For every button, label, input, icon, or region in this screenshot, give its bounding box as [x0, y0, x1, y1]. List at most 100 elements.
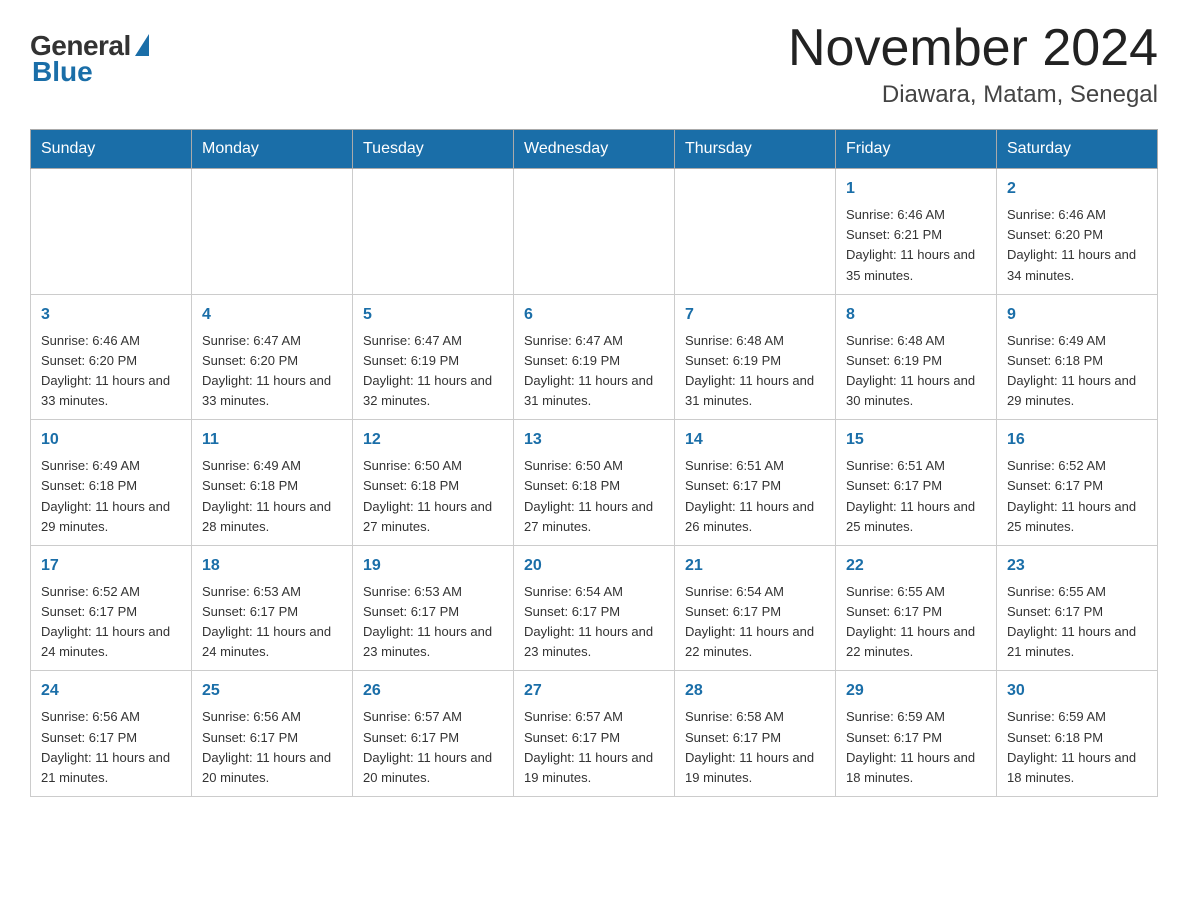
header-friday: Friday — [836, 130, 997, 169]
day-info: Sunrise: 6:49 AM Sunset: 6:18 PM Dayligh… — [1007, 331, 1147, 412]
table-row: 14 Sunrise: 6:51 AM Sunset: 6:17 PM Dayli… — [675, 420, 836, 546]
day-number: 5 — [363, 303, 503, 327]
table-row: 29 Sunrise: 6:59 AM Sunset: 6:17 PM Dayli… — [836, 671, 997, 797]
day-number: 1 — [846, 177, 986, 201]
day-number: 16 — [1007, 428, 1147, 452]
day-info: Sunrise: 6:46 AM Sunset: 6:20 PM Dayligh… — [1007, 205, 1147, 286]
day-info: Sunrise: 6:49 AM Sunset: 6:18 PM Dayligh… — [41, 456, 181, 537]
day-number: 20 — [524, 554, 664, 578]
day-info: Sunrise: 6:54 AM Sunset: 6:17 PM Dayligh… — [524, 582, 664, 663]
table-row: 22Sunrise: 6:55 AM Sunset: 6:17 PM Dayli… — [836, 545, 997, 671]
day-number: 14 — [685, 428, 825, 452]
header-wednesday: Wednesday — [514, 130, 675, 169]
logo-triangle-icon — [135, 34, 149, 56]
table-row: 17 Sunrise: 6:52 AM Sunset: 6:17 PM Dayli… — [31, 545, 192, 671]
day-info: Sunrise: 6:50 AM Sunset: 6:18 PM Dayligh… — [524, 456, 664, 537]
header-monday: Monday — [192, 130, 353, 169]
day-info: Sunrise: 6:57 AM Sunset: 6:17 PM Dayligh… — [363, 707, 503, 788]
table-row: 13Sunrise: 6:50 AM Sunset: 6:18 PM Dayli… — [514, 420, 675, 546]
table-row: 7Sunrise: 6:48 AM Sunset: 6:19 PM Daylig… — [675, 294, 836, 420]
day-number: 17 — [41, 554, 181, 578]
weekday-header-row: Sunday Monday Tuesday Wednesday Thursday… — [31, 130, 1158, 169]
day-info: Sunrise: 6:57 AM Sunset: 6:17 PM Dayligh… — [524, 707, 664, 788]
table-row: 16 Sunrise: 6:52 AM Sunset: 6:17 PM Dayli… — [997, 420, 1158, 546]
day-number: 10 — [41, 428, 181, 452]
day-info: Sunrise: 6:47 AM Sunset: 6:19 PM Dayligh… — [524, 331, 664, 412]
day-number: 9 — [1007, 303, 1147, 327]
day-info: Sunrise: 6:52 AM Sunset: 6:17 PM Dayligh… — [41, 582, 181, 663]
day-info: Sunrise: 6:54 AM Sunset: 6:17 PM Dayligh… — [685, 582, 825, 663]
day-number: 27 — [524, 679, 664, 703]
day-number: 7 — [685, 303, 825, 327]
day-info: Sunrise: 6:46 AM Sunset: 6:20 PM Dayligh… — [41, 331, 181, 412]
header-sunday: Sunday — [31, 130, 192, 169]
day-number: 8 — [846, 303, 986, 327]
day-info: Sunrise: 6:51 AM Sunset: 6:17 PM Dayligh… — [685, 456, 825, 537]
table-row: 10 Sunrise: 6:49 AM Sunset: 6:18 PM Dayli… — [31, 420, 192, 546]
day-number: 11 — [202, 428, 342, 452]
header-thursday: Thursday — [675, 130, 836, 169]
table-row — [514, 169, 675, 295]
day-number: 15 — [846, 428, 986, 452]
table-row: 27 Sunrise: 6:57 AM Sunset: 6:17 PM Dayli… — [514, 671, 675, 797]
table-row: 21 Sunrise: 6:54 AM Sunset: 6:17 PM Dayli… — [675, 545, 836, 671]
table-row: 1 Sunrise: 6:46 AM Sunset: 6:21 PM Daylig… — [836, 169, 997, 295]
week-row-4: 17 Sunrise: 6:52 AM Sunset: 6:17 PM Dayli… — [31, 545, 1158, 671]
day-info: Sunrise: 6:53 AM Sunset: 6:17 PM Dayligh… — [363, 582, 503, 663]
day-number: 4 — [202, 303, 342, 327]
day-number: 30 — [1007, 679, 1147, 703]
day-info: Sunrise: 6:50 AM Sunset: 6:18 PM Dayligh… — [363, 456, 503, 537]
table-row: 20 Sunrise: 6:54 AM Sunset: 6:17 PM Dayli… — [514, 545, 675, 671]
day-info: Sunrise: 6:55 AM Sunset: 6:17 PM Dayligh… — [1007, 582, 1147, 663]
week-row-5: 24 Sunrise: 6:56 AM Sunset: 6:17 PM Dayli… — [31, 671, 1158, 797]
day-number: 26 — [363, 679, 503, 703]
day-number: 24 — [41, 679, 181, 703]
day-number: 6 — [524, 303, 664, 327]
table-row: 28 Sunrise: 6:58 AM Sunset: 6:17 PM Dayli… — [675, 671, 836, 797]
day-number: 19 — [363, 554, 503, 578]
day-info: Sunrise: 6:56 AM Sunset: 6:17 PM Dayligh… — [202, 707, 342, 788]
day-info: Sunrise: 6:52 AM Sunset: 6:17 PM Dayligh… — [1007, 456, 1147, 537]
table-row: 2 Sunrise: 6:46 AM Sunset: 6:20 PM Daylig… — [997, 169, 1158, 295]
table-row: 5 Sunrise: 6:47 AM Sunset: 6:19 PM Daylig… — [353, 294, 514, 420]
day-info: Sunrise: 6:58 AM Sunset: 6:17 PM Dayligh… — [685, 707, 825, 788]
day-info: Sunrise: 6:59 AM Sunset: 6:18 PM Dayligh… — [1007, 707, 1147, 788]
day-number: 3 — [41, 303, 181, 327]
table-row: 15 Sunrise: 6:51 AM Sunset: 6:17 PM Dayli… — [836, 420, 997, 546]
logo: General Blue — [30, 20, 149, 88]
table-row: 26 Sunrise: 6:57 AM Sunset: 6:17 PM Dayli… — [353, 671, 514, 797]
day-number: 12 — [363, 428, 503, 452]
table-row — [353, 169, 514, 295]
day-info: Sunrise: 6:46 AM Sunset: 6:21 PM Dayligh… — [846, 205, 986, 286]
week-row-2: 3 Sunrise: 6:46 AM Sunset: 6:20 PM Daylig… — [31, 294, 1158, 420]
day-number: 2 — [1007, 177, 1147, 201]
day-info: Sunrise: 6:48 AM Sunset: 6:19 PM Dayligh… — [846, 331, 986, 412]
week-row-3: 10 Sunrise: 6:49 AM Sunset: 6:18 PM Dayli… — [31, 420, 1158, 546]
day-info: Sunrise: 6:53 AM Sunset: 6:17 PM Dayligh… — [202, 582, 342, 663]
day-number: 29 — [846, 679, 986, 703]
day-number: 21 — [685, 554, 825, 578]
day-info: Sunrise: 6:56 AM Sunset: 6:17 PM Dayligh… — [41, 707, 181, 788]
page-header: General Blue November 2024 Diawara, Mata… — [30, 20, 1158, 109]
table-row: 11 Sunrise: 6:49 AM Sunset: 6:18 PM Dayli… — [192, 420, 353, 546]
day-info: Sunrise: 6:59 AM Sunset: 6:17 PM Dayligh… — [846, 707, 986, 788]
day-info: Sunrise: 6:51 AM Sunset: 6:17 PM Dayligh… — [846, 456, 986, 537]
table-row — [31, 169, 192, 295]
day-info: Sunrise: 6:47 AM Sunset: 6:19 PM Dayligh… — [363, 331, 503, 412]
header-saturday: Saturday — [997, 130, 1158, 169]
week-row-1: 1 Sunrise: 6:46 AM Sunset: 6:21 PM Daylig… — [31, 169, 1158, 295]
table-row: 8 Sunrise: 6:48 AM Sunset: 6:19 PM Daylig… — [836, 294, 997, 420]
table-row: 18Sunrise: 6:53 AM Sunset: 6:17 PM Dayli… — [192, 545, 353, 671]
header-tuesday: Tuesday — [353, 130, 514, 169]
logo-blue-text: Blue — [32, 56, 93, 88]
day-info: Sunrise: 6:49 AM Sunset: 6:18 PM Dayligh… — [202, 456, 342, 537]
table-row: 3 Sunrise: 6:46 AM Sunset: 6:20 PM Daylig… — [31, 294, 192, 420]
table-row: 23 Sunrise: 6:55 AM Sunset: 6:17 PM Dayli… — [997, 545, 1158, 671]
calendar-title: November 2024 — [788, 20, 1158, 77]
day-number: 28 — [685, 679, 825, 703]
table-row — [675, 169, 836, 295]
day-number: 22 — [846, 554, 986, 578]
day-number: 23 — [1007, 554, 1147, 578]
table-row: 6 Sunrise: 6:47 AM Sunset: 6:19 PM Daylig… — [514, 294, 675, 420]
day-info: Sunrise: 6:47 AM Sunset: 6:20 PM Dayligh… — [202, 331, 342, 412]
